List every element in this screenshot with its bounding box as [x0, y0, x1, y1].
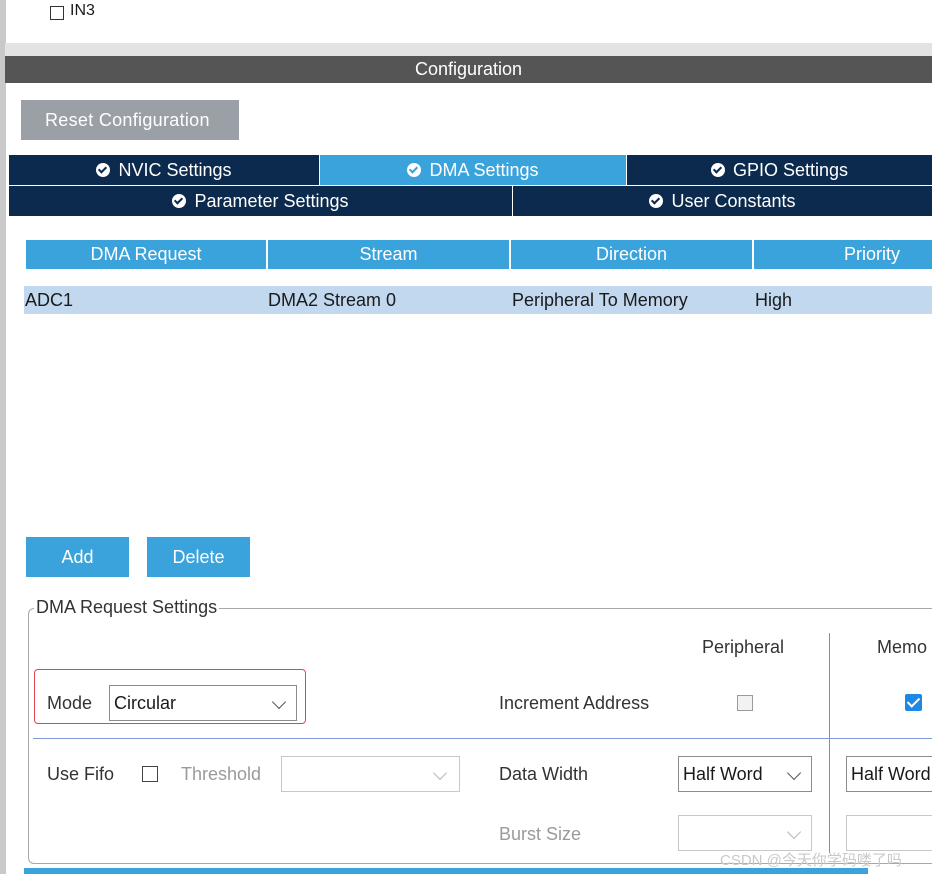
check-circle-icon — [407, 163, 422, 177]
burst-size-label: Burst Size — [499, 824, 582, 844]
memory-column-label: Memo — [877, 637, 928, 657]
increment-address-label: Increment Address — [499, 693, 650, 713]
column-header-dma-request[interactable]: DMA Request — [26, 240, 266, 269]
data-width-peripheral-select[interactable]: Half Word — [678, 756, 812, 792]
watermark-text: CSDN @今天你学码喽了吗 — [720, 852, 902, 869]
in3-label: IN3 — [70, 2, 95, 19]
group-title: DMA Request Settings — [34, 597, 220, 618]
peripheral-column-label: Peripheral — [702, 637, 785, 657]
column-divider — [829, 633, 830, 853]
tab-user-constants[interactable]: User Constants — [513, 186, 932, 216]
data-width-memory-value: Half Word — [851, 764, 931, 784]
configuration-header: Configuration — [5, 56, 932, 83]
table-cell-priority: High — [755, 286, 932, 314]
chevron-down-icon — [786, 765, 802, 781]
column-header-stream[interactable]: Stream — [268, 240, 509, 269]
tab-parameter-settings[interactable]: Parameter Settings — [9, 186, 512, 216]
tab-label: User Constants — [671, 190, 796, 211]
tab-dma-settings[interactable]: DMA Settings — [320, 155, 626, 185]
increment-memory-checkbox[interactable] — [905, 694, 922, 711]
chevron-down-icon — [432, 765, 448, 781]
check-circle-icon — [172, 194, 187, 208]
tab-label: GPIO Settings — [732, 159, 849, 180]
in3-checkbox[interactable] — [50, 6, 64, 20]
mode-select[interactable]: Circular — [109, 685, 297, 721]
tab-label: DMA Settings — [429, 159, 539, 180]
mode-label: Mode — [47, 693, 93, 713]
window-left-border — [0, 0, 6, 874]
tab-nvic-settings[interactable]: NVIC Settings — [9, 155, 319, 185]
data-width-peripheral-value: Half Word — [683, 764, 763, 784]
reset-configuration-button[interactable]: Reset Configuration — [21, 100, 239, 140]
check-circle-icon — [649, 194, 664, 208]
tab-label: Parameter Settings — [194, 190, 349, 211]
column-header-priority[interactable]: Priority — [754, 240, 932, 269]
panel-divider — [5, 43, 932, 56]
add-button[interactable]: Add — [26, 537, 129, 577]
data-width-label: Data Width — [499, 764, 589, 784]
use-fifo-checkbox[interactable] — [142, 766, 158, 782]
use-fifo-label: Use Fifo — [47, 764, 115, 784]
tab-gpio-settings[interactable]: GPIO Settings — [627, 155, 932, 185]
row-divider — [33, 738, 932, 739]
table-cell-dma-request: ADC1 — [25, 286, 265, 314]
threshold-label: Threshold — [181, 764, 262, 784]
chevron-down-icon — [271, 694, 287, 710]
increment-peripheral-checkbox[interactable] — [737, 695, 753, 711]
mode-value: Circular — [114, 693, 177, 713]
column-header-direction[interactable]: Direction — [511, 240, 752, 269]
chevron-down-icon — [786, 824, 802, 840]
data-width-memory-select[interactable]: Half Word — [846, 756, 932, 792]
table-cell-stream: DMA2 Stream 0 — [268, 286, 508, 314]
burst-size-memory-select[interactable] — [846, 815, 932, 851]
table-cell-direction: Peripheral To Memory — [512, 286, 752, 314]
delete-button[interactable]: Delete — [147, 537, 250, 577]
check-circle-icon — [96, 163, 111, 177]
check-circle-icon — [710, 163, 725, 177]
threshold-select[interactable] — [281, 756, 460, 792]
tab-label: NVIC Settings — [118, 159, 232, 180]
burst-size-peripheral-select[interactable] — [678, 815, 812, 851]
